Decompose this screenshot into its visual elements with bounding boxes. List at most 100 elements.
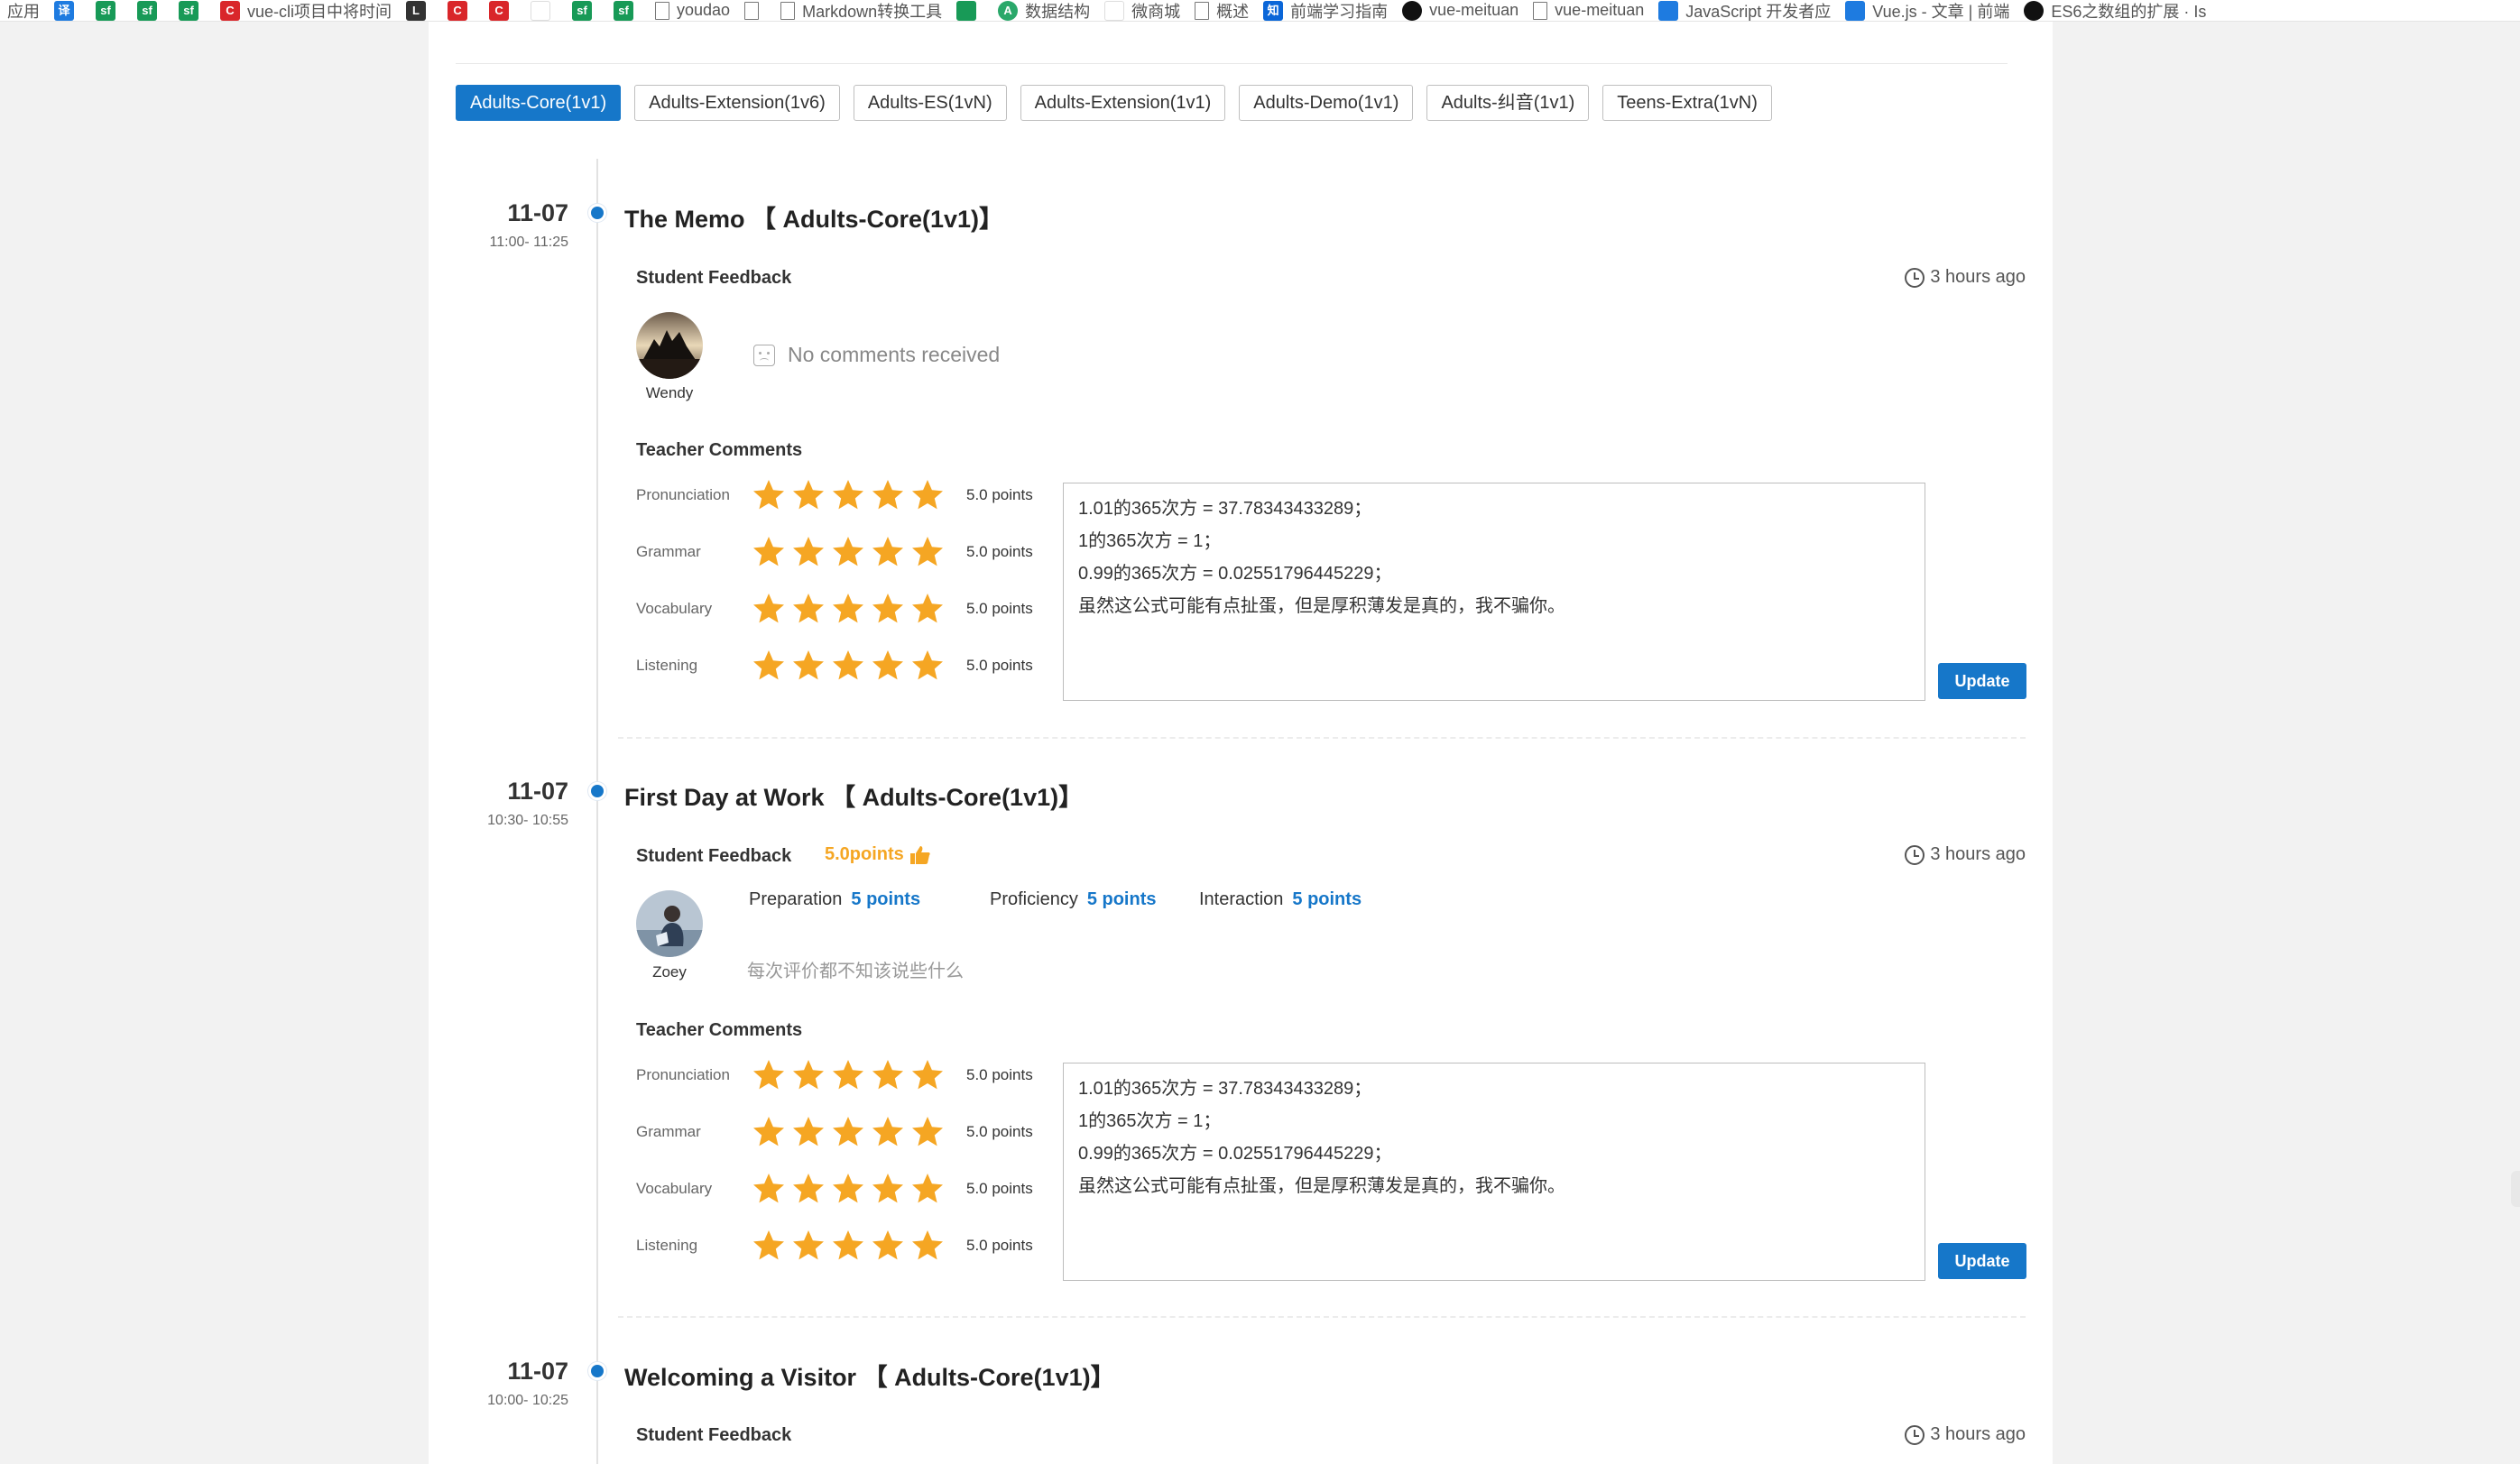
tab-adults-extension-1v1[interactable]: Adults-Extension(1v1) [1020, 85, 1226, 121]
rating-points: 5.0 points [966, 543, 1033, 560]
bookmark-item[interactable]: vue-meituan [1395, 0, 1526, 21]
star-icon[interactable] [791, 535, 826, 569]
star-icon[interactable] [831, 592, 865, 626]
star-icon[interactable] [831, 1115, 865, 1149]
star-icon[interactable] [831, 1172, 865, 1206]
tab-teens-extra-1vn[interactable]: Teens-Extra(1vN) [1602, 85, 1772, 121]
star-icon[interactable] [791, 1058, 826, 1092]
bookmark-item[interactable]: Markdown转换工具 [773, 0, 949, 21]
star-icon[interactable] [910, 1115, 945, 1149]
star-icon[interactable] [752, 1229, 786, 1263]
star-icon[interactable] [752, 1058, 786, 1092]
bookmark-item[interactable]: C [482, 0, 523, 21]
star-rating[interactable] [752, 1172, 961, 1206]
star-icon[interactable] [752, 535, 786, 569]
star-icon[interactable] [791, 1115, 826, 1149]
star-icon[interactable] [752, 1172, 786, 1206]
star-icon[interactable] [831, 478, 865, 512]
tab-adults-demo-1v1[interactable]: Adults-Demo(1v1) [1239, 85, 1414, 121]
bookmark-item[interactable]: sf [130, 0, 171, 21]
bookmark-item[interactable]: Vue.js - 文章 | 前端 [1838, 0, 2017, 21]
star-icon[interactable] [910, 535, 945, 569]
star-icon[interactable] [752, 1115, 786, 1149]
star-icon[interactable] [871, 592, 905, 626]
scrollbar-edge[interactable] [2511, 1171, 2520, 1207]
update-button[interactable]: Update [1938, 663, 2026, 699]
bookmark-item[interactable]: sf [565, 0, 606, 21]
star-icon[interactable] [752, 649, 786, 683]
star-icon[interactable] [910, 649, 945, 683]
star-icon[interactable] [871, 478, 905, 512]
metric-value: 5 points [851, 889, 921, 909]
star-icon[interactable] [791, 1172, 826, 1206]
bookmark-item[interactable]: sf [88, 0, 130, 21]
bookmark-item[interactable]: 概述 [1187, 0, 1256, 21]
avatar[interactable] [636, 890, 703, 957]
star-rating[interactable] [752, 478, 961, 512]
star-icon[interactable] [910, 1229, 945, 1263]
bookmark-item[interactable] [949, 0, 991, 21]
star-rating[interactable] [752, 1058, 961, 1092]
star-icon[interactable] [752, 478, 786, 512]
bookmark-item[interactable]: youdao [648, 0, 737, 21]
bookmark-item[interactable]: 知前端学习指南 [1256, 0, 1395, 21]
star-icon[interactable] [791, 478, 826, 512]
metric-label: Preparation [749, 889, 843, 909]
star-icon[interactable] [871, 1058, 905, 1092]
star-rating[interactable] [752, 592, 961, 626]
star-icon[interactable] [910, 1058, 945, 1092]
star-icon[interactable] [791, 592, 826, 626]
no-comments-label: No comments received [788, 343, 1001, 366]
star-icon[interactable] [831, 535, 865, 569]
bookmark-item[interactable] [737, 0, 773, 21]
lesson-title[interactable]: Welcoming a Visitor 【 Adults-Core(1v1)】 [624, 1358, 1115, 1393]
star-icon[interactable] [791, 1229, 826, 1263]
time-ago-label: 3 hours ago [1930, 267, 2026, 287]
star-icon[interactable] [831, 649, 865, 683]
star-icon[interactable] [831, 1229, 865, 1263]
star-icon[interactable] [910, 1172, 945, 1206]
bookmark-item[interactable]: C [440, 0, 482, 21]
bookmark-item[interactable]: 应用 [0, 0, 47, 21]
bookmark-item[interactable]: sf [606, 0, 648, 21]
star-icon[interactable] [871, 1229, 905, 1263]
star-icon[interactable] [871, 1172, 905, 1206]
star-icon[interactable] [871, 1115, 905, 1149]
star-rating[interactable] [752, 1229, 961, 1263]
bookmark-item[interactable]: sf [171, 0, 213, 21]
bookmark-item[interactable]: ES6之数组的扩展 · Is [2017, 0, 2213, 21]
star-rating[interactable] [752, 1115, 961, 1149]
bookmark-item[interactable]: L [399, 0, 440, 21]
star-icon[interactable] [910, 478, 945, 512]
tab-adults-extension-1v6[interactable]: Adults-Extension(1v6) [634, 85, 840, 121]
bookmark-item[interactable]: Cvue-cli项目中将时间 [213, 0, 399, 21]
star-icon[interactable] [752, 592, 786, 626]
teacher-comment-box[interactable]: 1.01的365次方 = 37.78343433289； 1的365次方 = 1… [1063, 483, 1925, 701]
star-icon[interactable] [831, 1058, 865, 1092]
bookmark-item[interactable]: 译 [47, 0, 88, 21]
sf-icon: sf [96, 0, 115, 21]
tab-adults-pronunciation-1v1[interactable]: Adults-纠音(1v1) [1426, 85, 1590, 121]
star-icon[interactable] [871, 535, 905, 569]
bookmark-item[interactable]: JavaScript 开发者应 [1651, 0, 1838, 21]
leaf-icon [531, 0, 551, 21]
star-rating[interactable] [752, 535, 961, 569]
bookmark-item[interactable]: 微商城 [1097, 0, 1187, 21]
teacher-comment-box[interactable]: 1.01的365次方 = 37.78343433289； 1的365次方 = 1… [1063, 1063, 1925, 1281]
avatar[interactable] [636, 312, 703, 379]
bookmark-item[interactable] [523, 0, 565, 21]
tab-adults-es-1vn[interactable]: Adults-ES(1vN) [853, 85, 1007, 121]
rating-label: Pronunciation [636, 1066, 730, 1083]
update-button[interactable]: Update [1938, 1243, 2026, 1279]
star-rating[interactable] [752, 649, 961, 683]
star-icon[interactable] [871, 649, 905, 683]
tab-adults-core-1v1[interactable]: Adults-Core(1v1) [456, 85, 622, 121]
lesson-title[interactable]: First Day at Work 【 Adults-Core(1v1)】 [624, 778, 1083, 813]
rating-points: 5.0 points [966, 1123, 1033, 1140]
lesson-title[interactable]: The Memo 【 Adults-Core(1v1)】 [624, 199, 1003, 235]
star-icon[interactable] [791, 649, 826, 683]
star-icon[interactable] [910, 592, 945, 626]
bookmark-item[interactable]: vue-meituan [1526, 0, 1651, 21]
bookmark-item[interactable]: A 数据结构 [991, 0, 1097, 21]
csdn-icon: C [220, 0, 240, 21]
